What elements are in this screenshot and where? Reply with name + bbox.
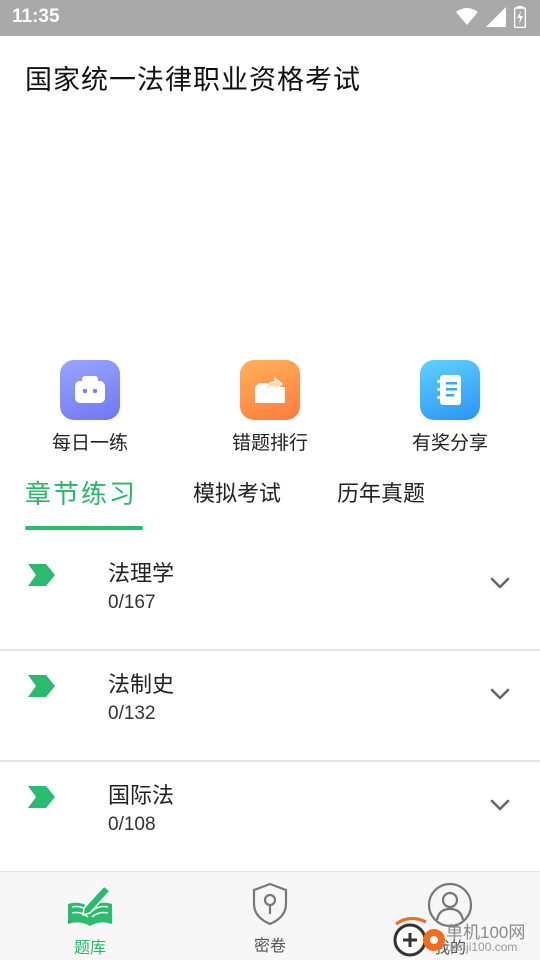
signal-icon: [486, 7, 506, 27]
app-title: 国家统一法律职业资格考试: [25, 65, 361, 96]
chevron-down-icon[interactable]: [490, 687, 510, 701]
shortcut-reward-share[interactable]: 有奖分享: [390, 360, 510, 455]
chapter-name: 法理学: [108, 562, 175, 587]
watermark: 单机100网 danji100.com: [392, 914, 540, 960]
status-bar: 11:35: [0, 0, 540, 36]
list-item[interactable]: 国际法 0/108: [0, 762, 540, 873]
nav-label: 题库: [73, 938, 106, 957]
chevron-down-icon[interactable]: [490, 576, 510, 590]
list-item[interactable]: 法制史 0/132: [0, 651, 540, 762]
chevron-flag-icon: [28, 786, 55, 808]
practice-tabs: 章节练习 模拟考试 历年真题: [0, 470, 540, 532]
chapter-progress: 0/132: [108, 703, 156, 724]
status-icons: [456, 6, 526, 28]
shortcut-label: 每日一练: [51, 432, 128, 454]
watermark-url: danji100.com: [446, 940, 518, 954]
status-time: 11:35: [12, 6, 60, 27]
chapter-progress: 0/167: [108, 592, 156, 613]
wifi-icon: [456, 8, 478, 25]
chevron-flag-icon: [28, 675, 55, 697]
watermark-logo-icon: [393, 917, 445, 957]
shortcut-row: 每日一练 错题排行 有奖分享: [0, 360, 540, 455]
chapter-list: 法理学 0/167 法制史 0/132 国际法 0/108: [0, 540, 540, 873]
nav-label: 密卷: [253, 936, 286, 955]
folder-share-icon: [240, 360, 300, 420]
chapter-name: 国际法: [108, 784, 175, 809]
shield-keyhole-icon: [252, 882, 288, 926]
notebook-icon: [420, 360, 480, 420]
tab-chapter-practice[interactable]: 章节练习: [25, 474, 137, 511]
tab-indicator: [25, 526, 143, 530]
tab-past-exams[interactable]: 历年真题: [337, 476, 425, 508]
chevron-down-icon[interactable]: [490, 798, 510, 812]
battery-charging-icon: [514, 6, 526, 28]
shortcut-label: 错题排行: [231, 432, 308, 454]
chapter-name: 法制史: [108, 673, 175, 698]
chapter-progress: 0/108: [108, 814, 156, 835]
list-item[interactable]: 法理学 0/167: [0, 540, 540, 651]
shortcut-daily-practice[interactable]: 每日一练: [30, 360, 150, 455]
shortcut-label: 有奖分享: [411, 432, 488, 454]
book-pen-icon: [68, 884, 112, 926]
shortcut-wrong-ranking[interactable]: 错题排行: [210, 360, 330, 455]
nav-item-secret-papers[interactable]: 密卷: [220, 882, 320, 956]
chevron-flag-icon: [28, 564, 55, 586]
nav-item-question-bank[interactable]: 题库: [40, 882, 140, 958]
chat-bubble-icon: [60, 360, 120, 420]
tab-mock-exam[interactable]: 模拟考试: [193, 476, 281, 508]
